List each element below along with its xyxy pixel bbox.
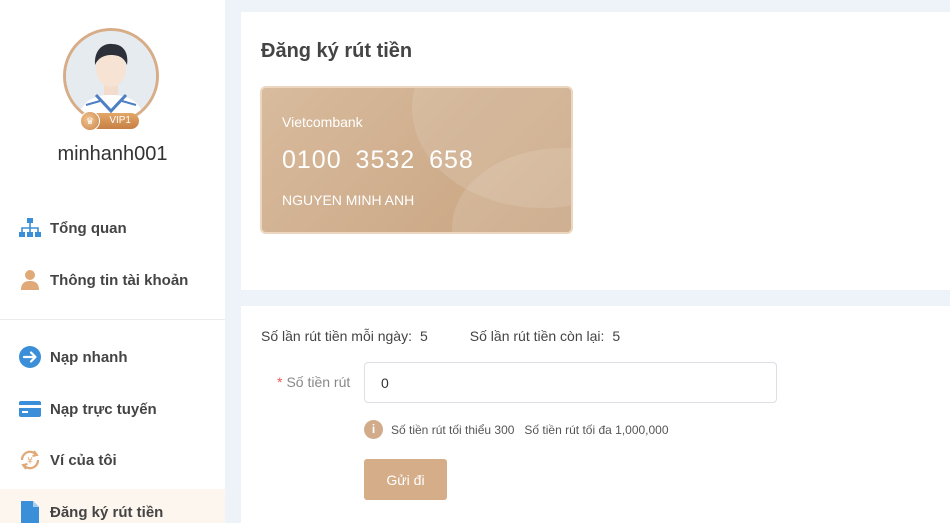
sidebar-item-label: Ví của tôi: [50, 451, 117, 469]
sidebar-item-overview[interactable]: Tổng quan: [0, 205, 225, 251]
sidebar-item-label: Đăng ký rút tiền: [50, 503, 164, 521]
avatar-image: [63, 28, 159, 124]
arrow-right-circle-icon: [18, 345, 42, 369]
amount-label: * Số tiền rút: [277, 374, 350, 390]
submit-button[interactable]: Gửi đi: [364, 459, 447, 500]
exchange-icon: ¥: [18, 448, 42, 472]
document-icon: [18, 500, 42, 523]
card-holder: NGUYEN MINH ANH: [282, 192, 415, 208]
withdraw-form: Số lần rút tiền mỗi ngày: 5 Số lần rút ti…: [241, 306, 950, 523]
daily-limit: Số lần rút tiền mỗi ngày: 5: [261, 328, 428, 344]
amount-input[interactable]: [364, 362, 777, 403]
amount-hint: i Số tiền rút tối thiểu 300 Số tiền rút …: [364, 420, 669, 439]
bank-name: Vietcombank: [282, 114, 363, 130]
sidebar-item-withdraw-register[interactable]: Đăng ký rút tiền: [0, 489, 225, 523]
max-hint: Số tiền rút tối đa 1,000,000: [524, 422, 669, 437]
sidebar-item-quick-deposit[interactable]: Nạp nhanh: [0, 334, 225, 380]
sidebar-item-online-deposit[interactable]: Nạp trực tuyến: [0, 386, 225, 432]
sitemap-icon: [18, 216, 42, 240]
page-title: Đăng ký rút tiền: [261, 40, 413, 62]
bank-card-panel: Đăng ký rút tiền Vietcombank 0100 3532 6…: [241, 12, 950, 290]
daily-limit-label: Số lần rút tiền mỗi ngày:: [261, 328, 412, 344]
avatar[interactable]: ♛ VIP1: [63, 28, 159, 131]
sidebar-item-label: Thông tin tài khoản: [50, 271, 189, 289]
username: minhanh001: [57, 143, 168, 165]
svg-text:¥: ¥: [27, 457, 33, 467]
user-icon: [18, 268, 42, 292]
sidebar: ♛ VIP1 minhanh001 Tổng quan Thông tin tà…: [0, 0, 225, 523]
sidebar-item-label: Nạp nhanh: [50, 348, 128, 366]
sidebar-item-account-info[interactable]: Thông tin tài khoản: [0, 257, 225, 303]
vip-badge: ♛ VIP1: [80, 111, 139, 131]
amount-label-text: Số tiền rút: [286, 374, 351, 390]
sidebar-divider: [0, 319, 225, 320]
vip-label: VIP1: [109, 115, 131, 126]
bank-card[interactable]: Vietcombank 0100 3532 658 NGUYEN MINH AN…: [260, 86, 573, 234]
withdraw-limits: Số lần rút tiền mỗi ngày: 5 Số lần rút ti…: [261, 328, 662, 344]
sidebar-item-my-wallet[interactable]: ¥ Ví của tôi: [0, 437, 225, 483]
daily-limit-value: 5: [419, 328, 428, 344]
info-icon: i: [364, 420, 383, 439]
sidebar-item-label: Tổng quan: [50, 219, 127, 237]
min-hint: Số tiền rút tối thiểu 300: [391, 422, 515, 437]
sidebar-item-label: Nạp trực tuyến: [50, 400, 157, 418]
card-number: 0100 3532 658: [282, 146, 474, 174]
remaining-label: Số lần rút tiền còn lại:: [469, 328, 605, 344]
required-mark: *: [277, 374, 283, 390]
vip-coin-icon: ♛: [80, 111, 100, 131]
remaining-value: 5: [612, 328, 621, 344]
remaining-limit: Số lần rút tiền còn lại: 5: [470, 328, 620, 344]
credit-card-icon: [18, 397, 42, 421]
